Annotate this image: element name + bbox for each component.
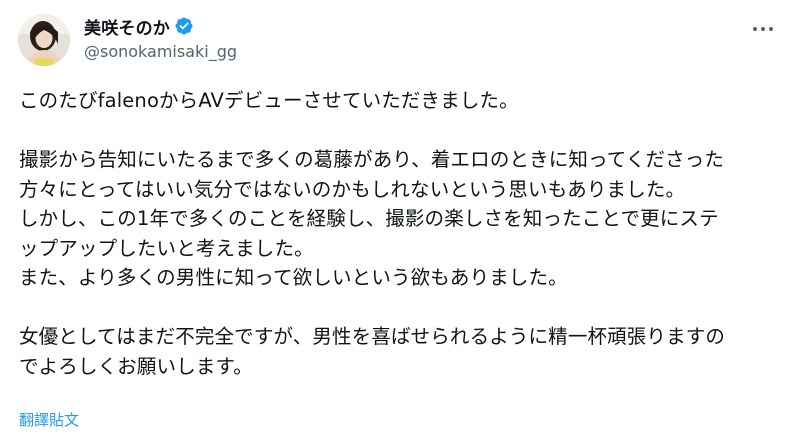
tweet-text-line: 方々にとってはいい気分ではないのかもしれないという思いもありました。 bbox=[19, 177, 686, 201]
avatar[interactable] bbox=[18, 14, 70, 66]
translate-post-link[interactable]: 翻譯貼文 bbox=[19, 409, 79, 430]
tweet-text: このたびfalenoからAVデビューさせていただきました。 撮影から告知にいたる… bbox=[19, 86, 789, 381]
tweet-text-line: でよろしくお願いします。 bbox=[19, 354, 253, 378]
author-display-name[interactable]: 美咲そのか bbox=[84, 14, 170, 39]
more-horizontal-icon[interactable] bbox=[746, 12, 780, 46]
author-name-row: 美咲そのか bbox=[84, 13, 194, 39]
tweet-text-line: このたびfalenoからAVデビューさせていただきました。 bbox=[19, 89, 519, 112]
verified-badge-icon bbox=[174, 16, 194, 36]
tweet-text-line: 撮影から告知にいたるまで多くの葛藤があり、着エロのときに知ってくださった bbox=[19, 148, 725, 171]
tweet-card: 美咲そのか @sonokamisaki_gg このたびfalenoからAVデビュ… bbox=[0, 0, 800, 439]
tweet-text-line: ップアップしたいと考えました。 bbox=[19, 236, 314, 260]
avatar-image bbox=[18, 14, 70, 66]
tweet-text-line: また、より多くの男性に知って欲しいという欲もありました。 bbox=[19, 266, 568, 289]
tweet-text-line: しかし、この1年で多くのことを経験し、撮影の楽しさを知ったことで更にステ bbox=[19, 207, 719, 230]
author-handle[interactable]: @sonokamisaki_gg bbox=[84, 42, 237, 61]
tweet-text-line: 女優としてはまだ不完全ですが、男性を喜ばせられるように精一杯頑張りますの bbox=[19, 325, 726, 348]
